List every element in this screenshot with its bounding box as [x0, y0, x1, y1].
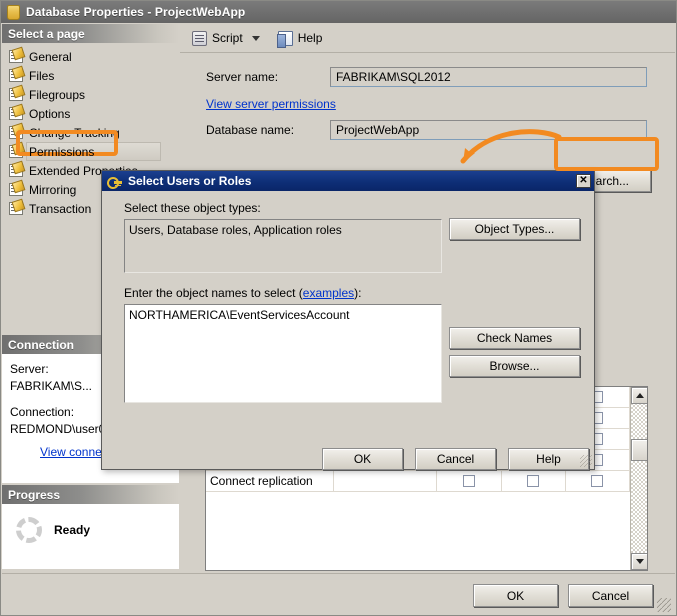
page-icon [9, 126, 23, 139]
sidebar-item-filegroups[interactable]: Filegroups [6, 85, 179, 104]
object-types-label: Select these object types: [124, 201, 261, 215]
window-title: Database Properties - ProjectWebApp [26, 5, 246, 19]
sidebar-item-options[interactable]: Options [6, 104, 179, 123]
page-icon [9, 164, 23, 177]
database-icon [7, 4, 20, 20]
sidebar-item-change-tracking[interactable]: Change Tracking [6, 123, 179, 142]
sidebar-item-label: Files [29, 68, 55, 83]
scrollbar-thumb[interactable] [631, 439, 647, 461]
triangle-up-icon [635, 393, 644, 398]
view-server-permissions-link[interactable]: View server permissions [206, 97, 336, 111]
sidebar-item-label: Mirroring [29, 182, 77, 197]
ok-button[interactable]: OK [473, 584, 558, 607]
resize-grip-icon[interactable] [657, 598, 671, 612]
object-names-label: Enter the object names to select (exampl… [124, 286, 582, 300]
sidebar-item-label: Transaction [29, 201, 92, 216]
dialog-resize-grip-icon[interactable] [580, 455, 592, 467]
sidebar-item-label: Permissions [29, 144, 95, 159]
check-names-button[interactable]: Check Names [449, 327, 580, 349]
sidebar-item-label: General [29, 49, 72, 64]
select-users-or-roles-dialog: Select Users or Roles ✕ Select these obj… [101, 170, 595, 470]
sidebar-item-files[interactable]: Files [6, 66, 179, 85]
triangle-down-icon [635, 559, 644, 564]
script-label: Script [212, 31, 243, 45]
checkbox[interactable] [463, 475, 476, 487]
view-connection-properties-link[interactable]: View conne [40, 445, 102, 459]
script-button[interactable]: Script [188, 29, 268, 48]
progress-status: Ready [54, 523, 91, 537]
progress-body: Ready [2, 504, 179, 569]
server-name-input[interactable]: FABRIKAM\SQL2012 [330, 67, 647, 87]
server-name-row: Server name: FABRIKAM\SQL2012 [180, 67, 675, 87]
object-names-label-prefix: Enter the object names to select ( [124, 286, 303, 300]
table-row[interactable]: Connect replication [206, 471, 630, 492]
sidebar-item-label: Options [29, 106, 71, 121]
form-area: Server name: FABRIKAM\SQL2012 View serve… [180, 53, 675, 192]
footer-bar: OK Cancel [2, 573, 675, 615]
chevron-down-icon[interactable] [251, 35, 260, 41]
object-types-field[interactable]: Users, Database roles, Application roles [124, 219, 442, 273]
browse-button[interactable]: Browse... [449, 355, 580, 377]
sidebar-item-label: Filegroups [29, 87, 86, 102]
page-icon [9, 183, 23, 196]
toolbar: Script Help [180, 24, 675, 53]
dialog-title: Select Users or Roles [128, 174, 252, 188]
server-name-label: Server name: [206, 70, 279, 84]
dialog-body: Select these object types: Users, Databa… [102, 191, 594, 470]
object-types-button[interactable]: Object Types... [449, 218, 580, 240]
grantor-cell[interactable] [334, 471, 438, 491]
with-grant-cell[interactable] [502, 471, 566, 491]
help-icon [276, 30, 293, 48]
progress-spinner-icon [16, 517, 42, 543]
grant-cell[interactable] [437, 471, 502, 491]
help-button[interactable]: Help [274, 29, 327, 48]
database-properties-window: Database Properties - ProjectWebApp Sele… [0, 0, 677, 616]
database-name-row: Database name: ProjectWebApp [180, 120, 675, 140]
page-icon [9, 69, 23, 82]
page-icon [9, 88, 23, 101]
script-icon [192, 30, 207, 46]
scroll-down-button[interactable] [631, 553, 647, 570]
select-a-page-header: Select a page [2, 24, 179, 43]
examples-link[interactable]: examples [303, 286, 354, 300]
close-icon[interactable]: ✕ [576, 174, 591, 188]
dialog-ok-button[interactable]: OK [322, 448, 403, 470]
dialog-help-button[interactable]: Help [508, 448, 589, 470]
permission-name: Connect replication [206, 471, 334, 491]
page-icon [9, 145, 23, 158]
object-names-label-suffix: ): [354, 286, 362, 300]
scroll-up-button[interactable] [631, 387, 647, 404]
checkbox[interactable] [527, 475, 540, 487]
view-server-permissions-row: View server permissions [180, 97, 675, 111]
page-icon [9, 50, 23, 63]
progress-header: Progress [2, 485, 179, 504]
grid-vertical-scrollbar[interactable] [630, 387, 647, 570]
object-names-input[interactable]: NORTHAMERICA\EventServicesAccount [124, 304, 442, 403]
sidebar-item-label: Change Tracking [29, 125, 120, 140]
dialog-cancel-button[interactable]: Cancel [415, 448, 496, 470]
cancel-button[interactable]: Cancel [568, 584, 653, 607]
annotation-arrow-icon [460, 129, 562, 164]
deny-cell[interactable] [566, 471, 630, 491]
sidebar-item-permissions[interactable]: Permissions [6, 142, 179, 161]
database-name-label: Database name: [206, 123, 295, 137]
window-title-bar: Database Properties - ProjectWebApp [1, 1, 676, 23]
help-label: Help [297, 31, 323, 45]
page-icon [9, 202, 23, 215]
sidebar-item-general[interactable]: General [6, 47, 179, 66]
progress-panel: Progress Ready [2, 485, 179, 569]
page-icon [9, 107, 23, 120]
checkbox[interactable] [591, 475, 604, 487]
key-icon [107, 175, 122, 188]
